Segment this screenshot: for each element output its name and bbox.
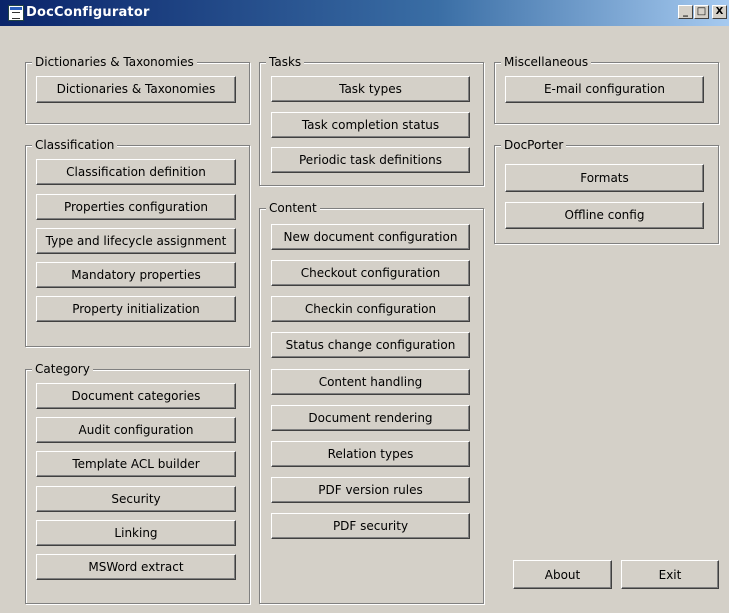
group-dictionaries-label: Dictionaries & Taxonomies [32, 55, 197, 69]
linking-button[interactable]: Linking [36, 520, 236, 546]
dictionaries-taxonomies-button[interactable]: Dictionaries & Taxonomies [36, 76, 236, 103]
mandatory-properties-button[interactable]: Mandatory properties [36, 262, 236, 288]
classification-definition-button[interactable]: Classification definition [36, 159, 236, 185]
title-bar: DocConfigurator _ □ X [0, 0, 729, 26]
template-acl-builder-button[interactable]: Template ACL builder [36, 451, 236, 477]
relation-types-button[interactable]: Relation types [271, 441, 470, 467]
new-document-configuration-button[interactable]: New document configuration [271, 224, 470, 250]
pdf-security-button[interactable]: PDF security [271, 513, 470, 539]
close-button[interactable]: X [712, 5, 727, 19]
property-initialization-button[interactable]: Property initialization [36, 296, 236, 322]
window-title: DocConfigurator [26, 5, 150, 20]
group-miscellaneous-label: Miscellaneous [501, 55, 592, 69]
security-button[interactable]: Security [36, 486, 236, 512]
minimize-button[interactable]: _ [678, 5, 693, 19]
about-button[interactable]: About [513, 560, 612, 589]
content-handling-button[interactable]: Content handling [271, 369, 470, 395]
periodic-task-definitions-button[interactable]: Periodic task definitions [271, 147, 470, 173]
document-categories-button[interactable]: Document categories [36, 383, 236, 409]
audit-configuration-button[interactable]: Audit configuration [36, 417, 236, 443]
app-icon [8, 5, 24, 21]
type-lifecycle-assignment-button[interactable]: Type and lifecycle assignment [36, 228, 236, 254]
msword-extract-button[interactable]: MSWord extract [36, 554, 236, 580]
exit-button[interactable]: Exit [621, 560, 719, 589]
properties-configuration-button[interactable]: Properties configuration [36, 194, 236, 220]
pdf-version-rules-button[interactable]: PDF version rules [271, 477, 470, 503]
document-rendering-button[interactable]: Document rendering [271, 405, 470, 431]
group-docporter-label: DocPorter [501, 138, 567, 152]
email-configuration-button[interactable]: E-mail configuration [505, 76, 704, 103]
maximize-button[interactable]: □ [694, 5, 709, 19]
group-classification-label: Classification [32, 138, 118, 152]
group-tasks-label: Tasks [266, 55, 305, 69]
group-category-label: Category [32, 362, 93, 376]
checkin-configuration-button[interactable]: Checkin configuration [271, 296, 470, 322]
task-completion-status-button[interactable]: Task completion status [271, 112, 470, 138]
status-change-configuration-button[interactable]: Status change configuration [271, 332, 470, 358]
group-content-label: Content [266, 201, 320, 215]
offline-config-button[interactable]: Offline config [505, 202, 704, 229]
formats-button[interactable]: Formats [505, 164, 704, 192]
group-docporter: DocPorter [494, 138, 719, 244]
task-types-button[interactable]: Task types [271, 76, 470, 102]
checkout-configuration-button[interactable]: Checkout configuration [271, 260, 470, 286]
